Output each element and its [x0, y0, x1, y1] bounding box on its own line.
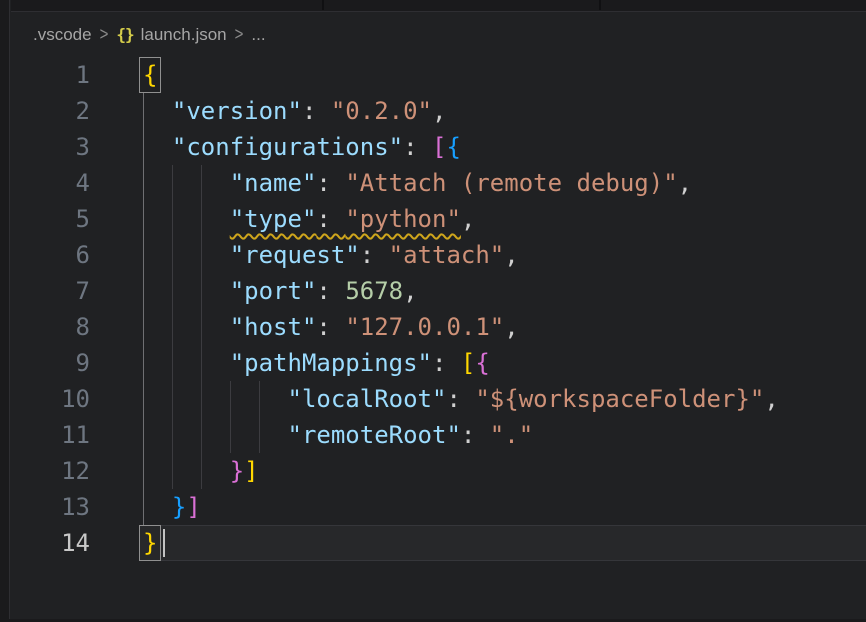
code-line[interactable]: 11 "remoteRoot": "." [11, 417, 866, 453]
current-line-highlight [139, 525, 866, 561]
chevron-right-icon: > [100, 24, 109, 45]
code-text: "remoteRoot": "." [143, 421, 533, 449]
code-line[interactable]: 5 "type": "python", [11, 201, 866, 237]
code-text: }] [143, 493, 201, 521]
warning-squiggle-text: "type": "python" [230, 205, 461, 233]
code-text: } [143, 529, 165, 557]
line-number[interactable]: 9 [11, 345, 90, 381]
breadcrumb-ellipsis[interactable]: ... [251, 25, 265, 45]
tab-bar [11, 0, 866, 12]
line-number[interactable]: 12 [11, 453, 90, 489]
line-number[interactable]: 10 [11, 381, 90, 417]
code-text: "pathMappings": [{ [143, 349, 490, 377]
tab-separator [322, 0, 324, 10]
panel-edge [0, 0, 10, 622]
matched-bracket: } [139, 525, 161, 561]
code-text: "localRoot": "${workspaceFolder}", [143, 385, 779, 413]
code-line[interactable]: 13 }] [11, 489, 866, 525]
breadcrumb-item-file[interactable]: launch.json [141, 25, 227, 45]
editor-pane[interactable]: .vscode > {} launch.json > ... 1{2 "vers… [11, 12, 866, 619]
code-line[interactable]: 2 "version": "0.2.0", [11, 93, 866, 129]
code-line[interactable]: 6 "request": "attach", [11, 237, 866, 273]
code-line[interactable]: 1{ [11, 57, 866, 93]
line-number[interactable]: 8 [11, 309, 90, 345]
matched-bracket: { [139, 57, 161, 93]
code-lines[interactable]: 1{2 "version": "0.2.0",3 "configurations… [11, 57, 866, 561]
json-braces-icon: {} [116, 25, 133, 44]
line-number[interactable]: 2 [11, 93, 90, 129]
code-text: }] [143, 457, 259, 485]
line-number[interactable]: 13 [11, 489, 90, 525]
code-line[interactable]: 4 "name": "Attach (remote debug)", [11, 165, 866, 201]
code-text: "host": "127.0.0.1", [143, 313, 519, 341]
code-line[interactable]: 10 "localRoot": "${workspaceFolder}", [11, 381, 866, 417]
code-text: "request": "attach", [143, 241, 519, 269]
code-text: "version": "0.2.0", [143, 97, 446, 125]
text-cursor [163, 529, 165, 557]
code-text: "name": "Attach (remote debug)", [143, 169, 692, 197]
chevron-right-icon: > [235, 24, 244, 45]
breadcrumb: .vscode > {} launch.json > ... [11, 12, 866, 57]
code-line[interactable]: 7 "port": 5678, [11, 273, 866, 309]
code-line[interactable]: 3 "configurations": [{ [11, 129, 866, 165]
line-number[interactable]: 6 [11, 237, 90, 273]
line-number[interactable]: 7 [11, 273, 90, 309]
line-number[interactable]: 14 [11, 525, 90, 561]
line-number[interactable]: 4 [11, 165, 90, 201]
line-number[interactable]: 1 [11, 57, 90, 93]
code-line[interactable]: 8 "host": "127.0.0.1", [11, 309, 866, 345]
breadcrumb-item-folder[interactable]: .vscode [33, 25, 92, 45]
line-number[interactable]: 3 [11, 129, 90, 165]
code-text: "type": "python", [143, 205, 475, 233]
line-number[interactable]: 5 [11, 201, 90, 237]
code-text: "configurations": [{ [143, 133, 461, 161]
code-line[interactable]: 9 "pathMappings": [{ [11, 345, 866, 381]
code-line[interactable]: 12 }] [11, 453, 866, 489]
code-line[interactable]: 14} [11, 525, 866, 561]
code-text: "port": 5678, [143, 277, 418, 305]
code-text: { [143, 61, 161, 89]
tab-separator [599, 0, 601, 10]
line-number[interactable]: 11 [11, 417, 90, 453]
